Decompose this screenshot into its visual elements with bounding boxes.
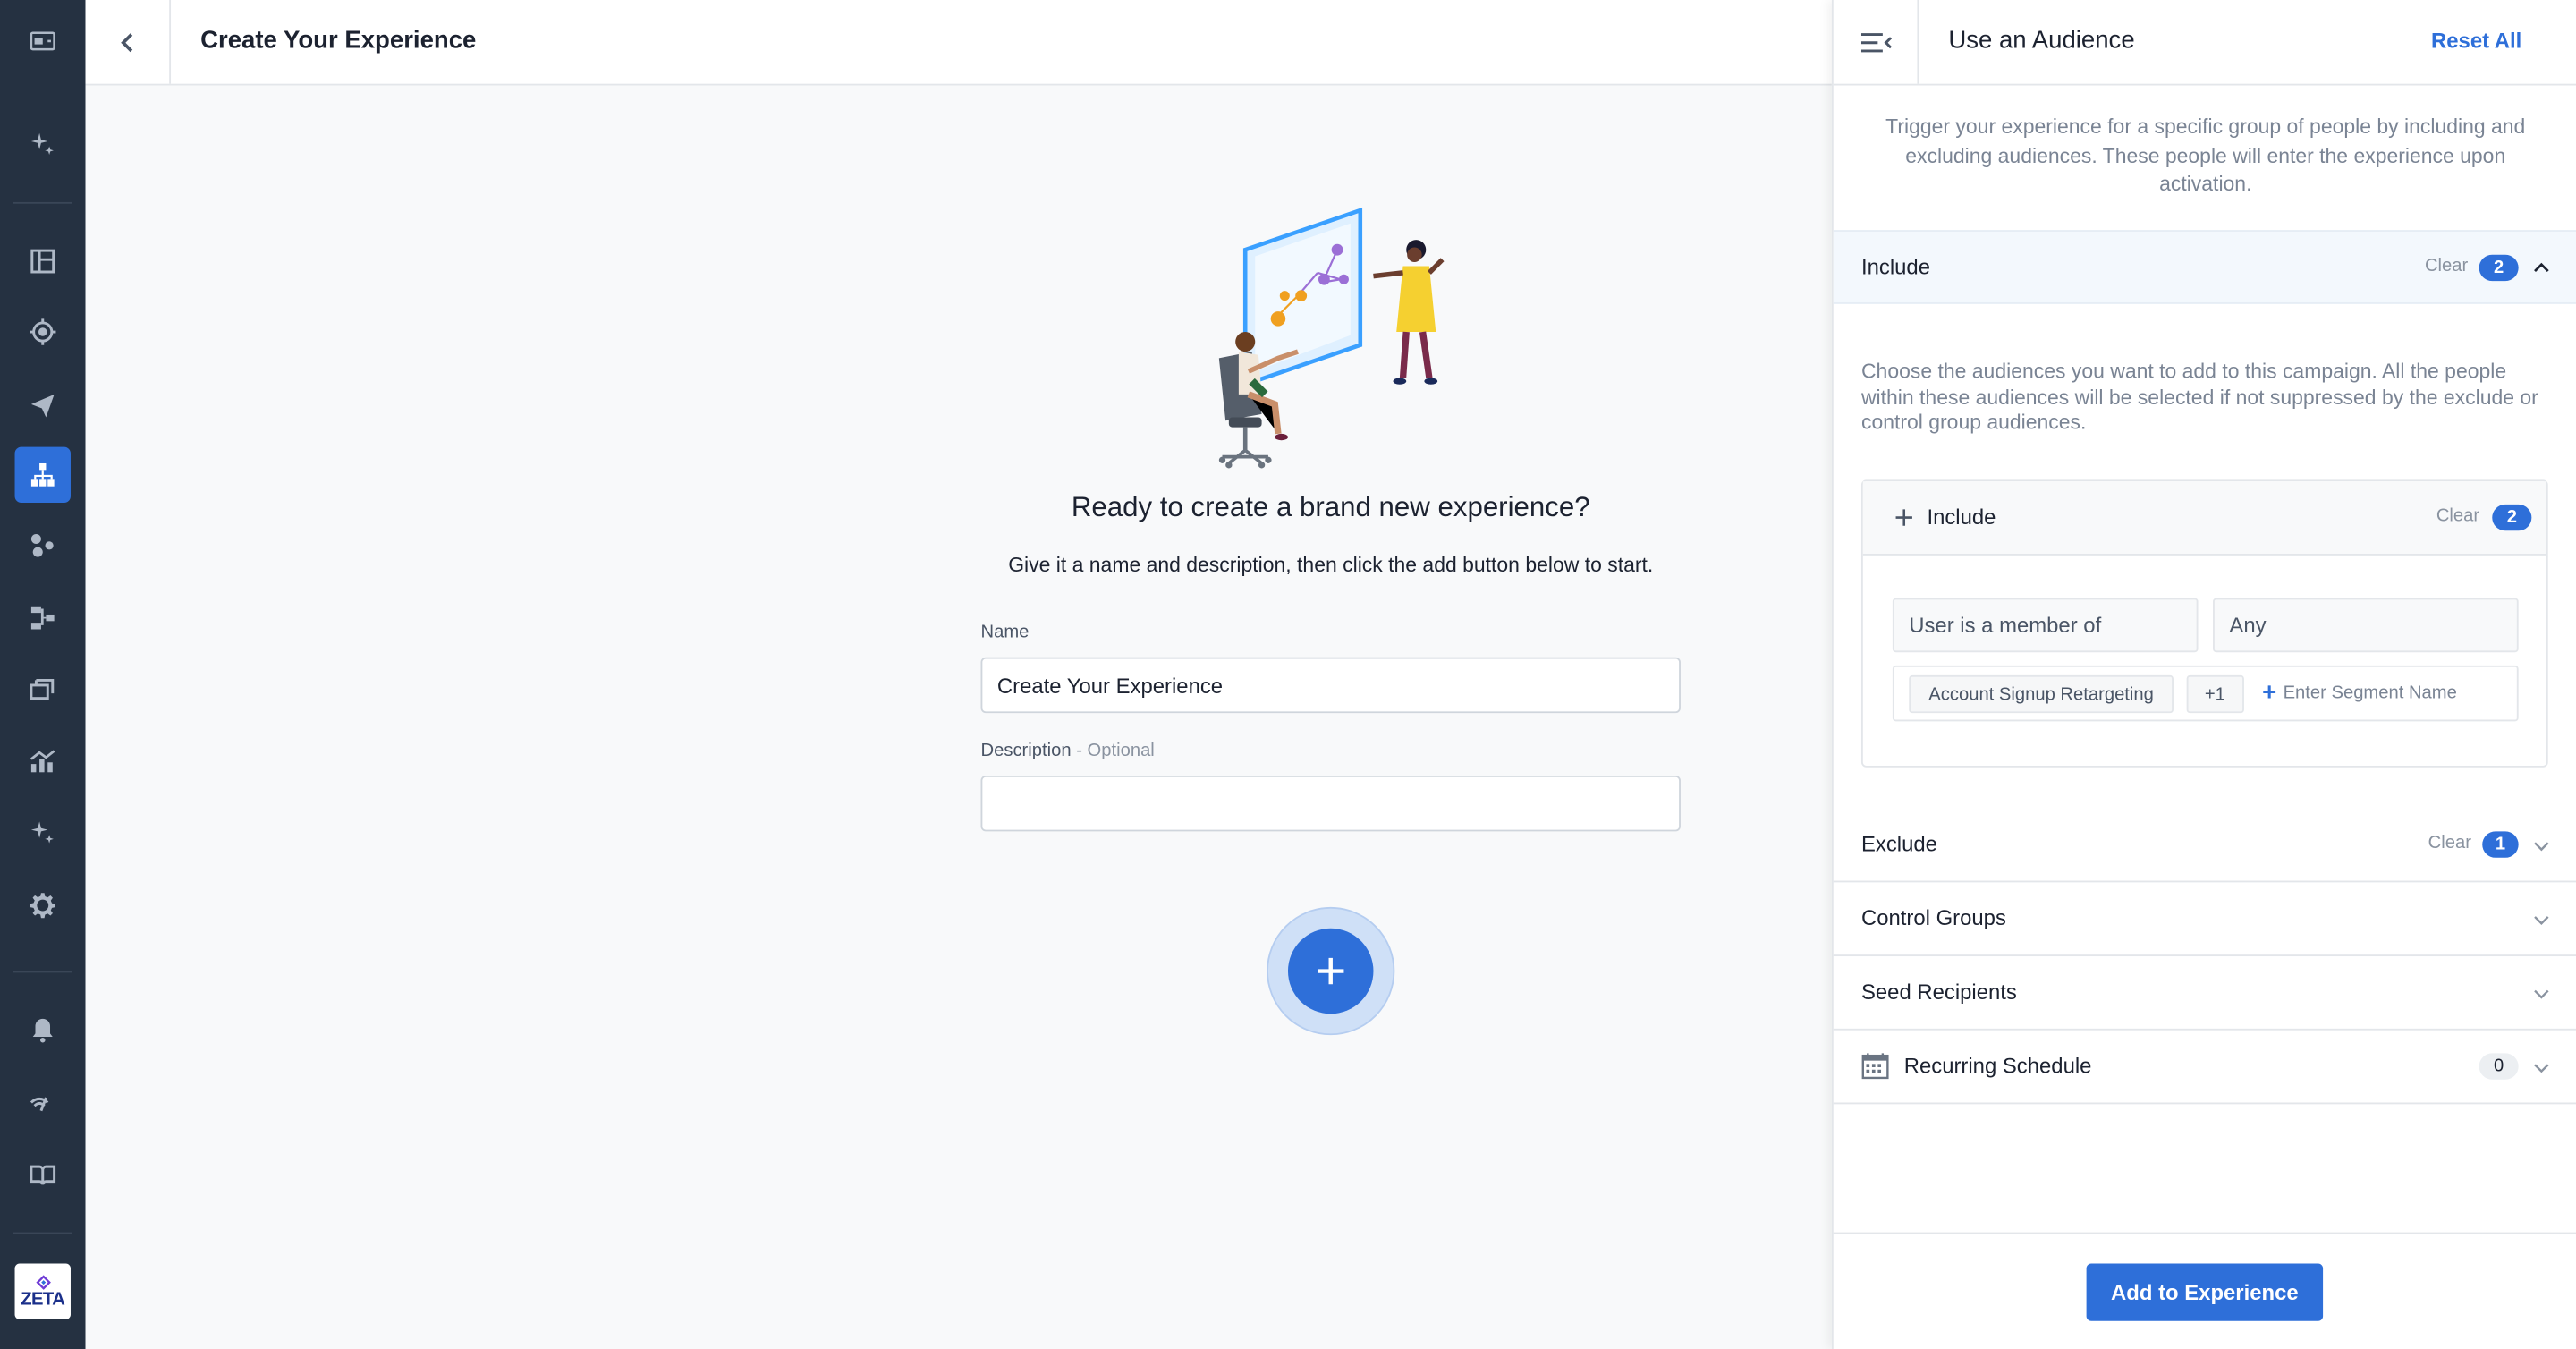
- segment-name-input[interactable]: + Enter Segment Name: [2262, 678, 2457, 707]
- segment-chip[interactable]: Account Signup Retargeting: [1909, 674, 2174, 714]
- description-label: Description - Optional: [981, 741, 1155, 760]
- chevron-down-icon[interactable]: [2533, 838, 2549, 854]
- seed-recipients-title: Seed Recipients: [1860, 979, 2017, 1005]
- chevron-down-icon[interactable]: [2533, 1060, 2549, 1076]
- name-input-value: Create Your Experience: [996, 673, 1224, 698]
- include-rule-clear-link[interactable]: Clear: [2436, 506, 2479, 526]
- chevron-left-icon: [120, 32, 132, 52]
- flow-icon[interactable]: [15, 590, 71, 645]
- match-select-value: Any: [2229, 613, 2267, 638]
- main-heading: Ready to create a brand new experience?: [1071, 491, 1590, 523]
- include-section-header[interactable]: Include Clear 2: [1833, 230, 2576, 304]
- chevron-up-icon[interactable]: [2533, 259, 2549, 276]
- target-icon[interactable]: [15, 304, 71, 360]
- exclude-count-badge: 1: [2482, 831, 2519, 858]
- panel-intro: Trigger your experience for a specific g…: [1885, 115, 2526, 196]
- left-navigation: ZETA: [0, 0, 86, 1349]
- zeta-logo[interactable]: ZETA: [14, 1263, 71, 1319]
- audience-panel: Use an Audience Reset All Trigger your e…: [1831, 0, 2576, 1349]
- experience-illustration: [1218, 207, 1445, 469]
- seed-recipients-section-header[interactable]: Seed Recipients: [1833, 956, 2576, 1031]
- include-section-title: Include: [1860, 254, 1930, 280]
- calendar-icon: [1861, 1053, 1889, 1080]
- library-icon[interactable]: [15, 660, 71, 716]
- analytics-icon[interactable]: [15, 733, 71, 788]
- chevron-down-icon[interactable]: [2533, 912, 2549, 928]
- panel-title: Use an Audience: [1948, 26, 2135, 55]
- main-subheading: Give it a name and description, then cli…: [1008, 554, 1654, 577]
- description-input[interactable]: [980, 775, 1681, 832]
- nav-divider: [13, 201, 72, 204]
- segments-icon[interactable]: [15, 518, 71, 573]
- zeta-mark-icon: [35, 1274, 51, 1289]
- chevron-down-icon[interactable]: [2533, 986, 2549, 1002]
- include-rule-title: Include: [1927, 504, 1996, 530]
- segment-chip-label: Account Signup Retargeting: [1928, 684, 2154, 705]
- recurring-schedule-section-header[interactable]: Recurring Schedule 0: [1833, 1031, 2576, 1105]
- match-select[interactable]: Any: [2213, 598, 2519, 653]
- panel-toggle-icon[interactable]: [15, 13, 71, 69]
- add-to-experience-button[interactable]: Add to Experience: [2086, 1263, 2324, 1321]
- include-count-badge: 2: [2479, 254, 2519, 282]
- top-header: Create Your Experience: [85, 0, 1832, 86]
- book-icon[interactable]: [15, 1147, 71, 1202]
- name-input[interactable]: Create Your Experience: [980, 657, 1681, 714]
- panel-header: Use an Audience Reset All: [1833, 0, 2576, 86]
- plus-icon: [1895, 509, 1912, 526]
- include-rule-box: Include Clear 2 User is a member of Any …: [1860, 479, 2548, 768]
- reset-all-link[interactable]: Reset All: [2431, 28, 2521, 53]
- more-segments-label: +1: [2204, 684, 2225, 705]
- back-button[interactable]: [86, 0, 172, 84]
- more-segments-chip[interactable]: +1: [2186, 674, 2244, 714]
- optional-hint: - Optional: [1071, 741, 1155, 761]
- include-rule-count-badge: 2: [2492, 504, 2532, 531]
- recurring-schedule-count-badge: 0: [2479, 1053, 2519, 1080]
- nav-divider: [13, 1232, 72, 1234]
- add-segment-icon: +: [2262, 678, 2277, 707]
- add-button[interactable]: [1287, 928, 1374, 1014]
- signal-icon[interactable]: [15, 1074, 71, 1130]
- ai-sparkle-icon-2[interactable]: [15, 805, 71, 861]
- settings-gear-icon[interactable]: [15, 878, 71, 933]
- bell-icon[interactable]: [15, 1002, 71, 1057]
- plus-icon: [1318, 957, 1344, 985]
- segment-name-placeholder: Enter Segment Name: [2283, 683, 2457, 704]
- send-icon[interactable]: [15, 377, 71, 432]
- zeta-logo-text: ZETA: [21, 1288, 65, 1310]
- condition-select[interactable]: User is a member of: [1892, 598, 2199, 653]
- panel-footer: Add to Experience: [1833, 1232, 2576, 1349]
- ai-sparkle-icon[interactable]: [15, 116, 71, 172]
- segment-chips-input[interactable]: Account Signup Retargeting +1 + Enter Se…: [1892, 665, 2519, 722]
- nav-divider: [13, 971, 72, 973]
- condition-select-value: User is a member of: [1909, 613, 2102, 638]
- exclude-clear-link[interactable]: Clear: [2428, 833, 2471, 853]
- include-description: Choose the audiences you want to add to …: [1860, 360, 2538, 434]
- collapse-panel-button[interactable]: [1834, 0, 1919, 84]
- add-button-halo: [1267, 906, 1395, 1036]
- include-rule-header[interactable]: Include Clear 2: [1862, 481, 2546, 556]
- dashboard-icon[interactable]: [15, 233, 71, 289]
- experience-hierarchy-icon[interactable]: [14, 446, 71, 504]
- name-label: Name: [980, 623, 1030, 643]
- description-label-text: Description: [980, 741, 1072, 761]
- collapse-menu-icon: [1860, 32, 1892, 52]
- exclude-section-title: Exclude: [1860, 831, 1937, 856]
- recurring-schedule-title: Recurring Schedule: [1903, 1053, 2092, 1078]
- control-groups-title: Control Groups: [1860, 905, 2006, 930]
- exclude-section-header[interactable]: Exclude Clear 1: [1833, 809, 2576, 883]
- control-groups-section-header[interactable]: Control Groups: [1833, 882, 2576, 957]
- page-title: Create Your Experience: [200, 26, 477, 55]
- include-clear-link[interactable]: Clear: [2425, 257, 2468, 276]
